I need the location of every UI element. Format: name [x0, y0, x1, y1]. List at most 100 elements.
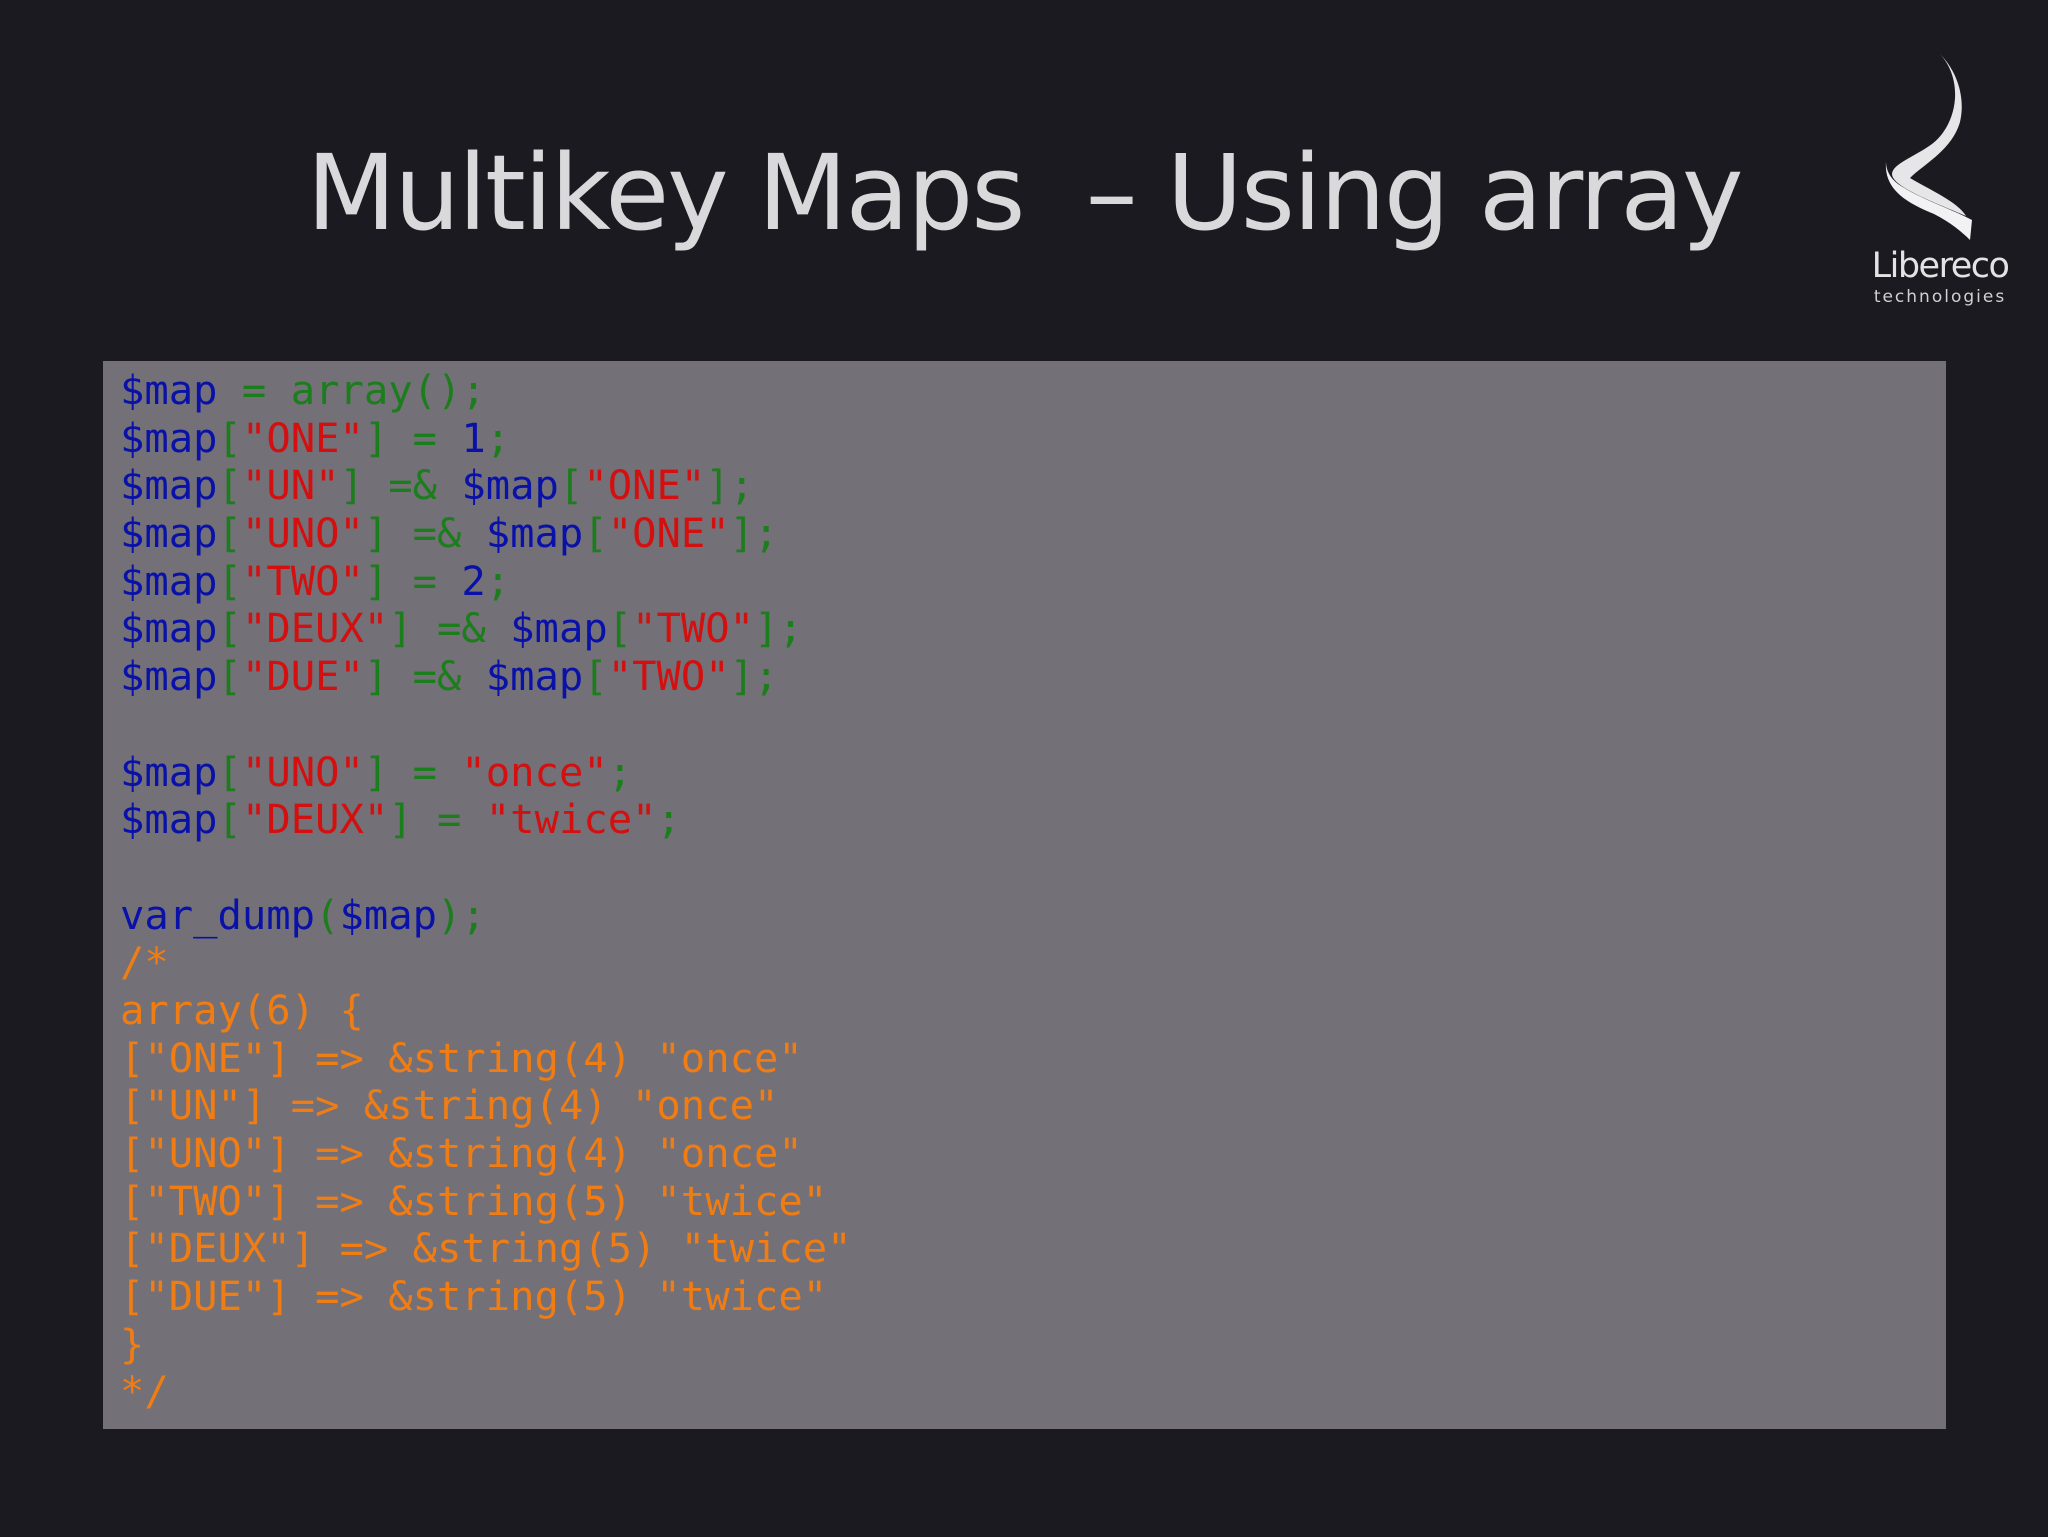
code-operator: [: [217, 509, 242, 558]
code-operator: [: [217, 413, 242, 462]
code-string: "DEUX": [241, 795, 389, 844]
code-operator: [: [583, 509, 608, 558]
code-comment: ["DUE"] => &string(5) "twice": [120, 1272, 828, 1321]
code-line: $map = array();: [120, 366, 1946, 415]
code-line: array(6) {: [120, 985, 1946, 1035]
code-operator: [: [217, 652, 242, 701]
code-operator: ] =&: [339, 461, 462, 510]
code-comment: */: [120, 1367, 169, 1416]
code-line: ["TWO"] => &string(5) "twice": [120, 1176, 1946, 1226]
code-operator: ];: [705, 461, 755, 510]
code-string: "DUE": [241, 652, 364, 701]
code-line: $map["UNO"] =& $map["ONE"];: [120, 509, 1946, 558]
code-operator: [: [217, 461, 242, 510]
code-operator: ];: [729, 652, 779, 701]
code-line: ["DUE"] => &string(5) "twice": [120, 1272, 1946, 1321]
code-line: $map["UN"] =& $map["ONE"];: [120, 462, 1946, 510]
code-comment: }: [120, 1319, 145, 1368]
code-string: "TWO": [632, 604, 755, 653]
code-operator: ;: [656, 795, 681, 844]
code-comment: ["TWO"] => &string(5) "twice": [120, 1176, 828, 1225]
code-string: "UNO": [241, 509, 364, 558]
code-function: var_dump: [120, 890, 316, 939]
code-string: "once": [461, 747, 608, 796]
code-string: "ONE": [607, 509, 730, 558]
code-operator: [: [217, 604, 242, 653]
slide-title: Multikey Maps – Using array: [306, 132, 1743, 254]
code-variable: $map: [120, 747, 218, 796]
code-string: "twice": [485, 795, 657, 844]
code-operator: ] =&: [363, 652, 486, 701]
code-string: "UNO": [241, 747, 364, 796]
code-variable: $map: [120, 366, 218, 414]
code-line: $map["DEUX"] = "twice";: [120, 795, 1946, 844]
code-string: "ONE": [583, 461, 706, 510]
code-operator: ] =: [388, 795, 486, 844]
code-operator: [: [558, 461, 584, 510]
code-variable: $map: [461, 461, 559, 510]
libereco-swoosh-icon: [1885, 54, 1972, 240]
code-line: ["DEUX"] => &string(5) "twice": [120, 1225, 1946, 1273]
code-line: $map["ONE"] = 1;: [120, 413, 1946, 463]
code-number: 1: [461, 413, 486, 462]
code-operator: [: [217, 556, 242, 605]
code-variable: $map: [510, 604, 608, 653]
code-string: "TWO": [241, 556, 364, 605]
code-operator: [: [217, 747, 242, 796]
code-operator: [: [607, 604, 633, 653]
code-variable: $map: [120, 461, 218, 510]
code-variable: $map: [120, 652, 218, 701]
logo-subtitle: technologies: [1873, 287, 2007, 307]
code-operator: ;: [607, 747, 633, 796]
code-operator: = array();: [217, 366, 486, 414]
code-line: ["UN"] => &string(4) "once": [120, 1081, 1946, 1130]
code-comment: ["ONE"] => &string(4) "once": [120, 1033, 803, 1082]
code-comment: ["UNO"] => &string(4) "once": [120, 1129, 803, 1177]
code-variable: $map: [120, 556, 218, 605]
code-variable: $map: [120, 413, 218, 462]
code-operator: ;: [485, 556, 511, 605]
code-operator: ];: [754, 604, 803, 653]
company-logo: Libereco technologies: [1858, 50, 2018, 310]
code-variable: $map: [485, 509, 584, 558]
code-comment: ["UN"] => &string(4) "once": [120, 1081, 779, 1130]
logo-name: Libereco: [1871, 246, 2010, 286]
code-line: $map["DEUX"] =& $map["TWO"];: [120, 605, 1946, 653]
code-variable: $map: [120, 604, 218, 653]
code-string: "ONE": [241, 413, 364, 462]
code-variable: $map: [120, 509, 218, 558]
code-operator: (: [315, 890, 340, 939]
code-line: $map["TWO"] = 2;: [120, 556, 1946, 606]
code-comment: /*: [120, 938, 169, 987]
code-operator: ] =&: [363, 509, 486, 558]
code-operator: [: [583, 652, 608, 701]
code-line: ["ONE"] => &string(4) "once": [120, 1033, 1946, 1083]
code-line: $map["UNO"] = "once";: [120, 747, 1946, 797]
code-panel: $map = array(); $map["ONE"] = 1; $map["UN"…: [103, 361, 1946, 1429]
code-variable: $map: [339, 890, 438, 939]
code-string: "DEUX": [241, 604, 389, 653]
code-line: ["UNO"] => &string(4) "once": [120, 1129, 1946, 1178]
code-string: "TWO": [607, 652, 730, 701]
code-line: /*: [120, 938, 1946, 987]
code-operator: ;: [485, 413, 511, 462]
code-operator: ] =: [363, 747, 462, 796]
code-operator: ] =: [363, 413, 462, 462]
code-variable: $map: [120, 795, 218, 844]
code-operator: ];: [729, 509, 779, 558]
code-variable: $map: [485, 652, 584, 701]
code-operator: );: [437, 890, 486, 939]
code-line: }: [120, 1319, 1946, 1369]
code-operator: ] =: [363, 556, 462, 605]
code-number: 2: [461, 556, 486, 605]
code-line: */: [120, 1368, 1946, 1416]
code-string: "UN": [241, 461, 340, 510]
code-line: $map["DUE"] =& $map["TWO"];: [120, 652, 1946, 701]
code-operator: ] =&: [388, 604, 511, 653]
code-block: $map = array(); $map["ONE"] = 1; $map["UN"…: [120, 366, 1946, 1416]
code-comment: ["DEUX"] => &string(5) "twice": [120, 1224, 852, 1273]
code-operator: [: [217, 795, 242, 844]
code-comment: array(6) {: [120, 985, 364, 1034]
